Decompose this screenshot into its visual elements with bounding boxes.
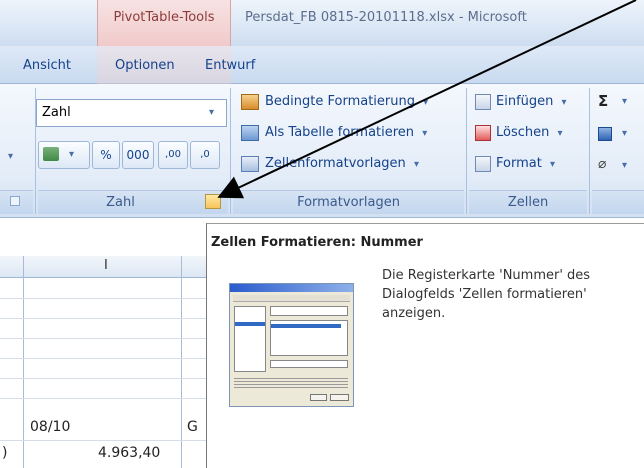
- tab-ansicht[interactable]: Ansicht: [23, 58, 71, 73]
- chevron-down-icon[interactable]: ▾: [622, 128, 627, 139]
- insert-label: Einfügen: [496, 94, 554, 109]
- conditional-formatting-button[interactable]: Bedingte Formatierung ▾: [265, 94, 428, 109]
- preview-ok-button: [310, 394, 327, 401]
- cell-styles-button[interactable]: Zellenformatvorlagen ▾: [265, 156, 419, 171]
- tooltip-description: Die Registerkarte 'Nummer' des Dialogfel…: [382, 268, 591, 321]
- row-divider: [0, 378, 206, 379]
- percent-style-button[interactable]: %: [92, 141, 120, 169]
- group-separator: [230, 88, 231, 214]
- clear-eraser-icon[interactable]: ⌀: [598, 156, 606, 172]
- document-title: Persdat_FB 0815-20101118.xlsx - Microsof…: [245, 10, 527, 25]
- delete-cells-icon: [475, 125, 491, 141]
- chevron-down-icon[interactable]: ▾: [209, 107, 214, 118]
- preview-help-text: [234, 376, 348, 388]
- delete-label: Löschen: [496, 125, 550, 140]
- row-divider: [0, 318, 206, 319]
- conditional-formatting-icon: [241, 94, 259, 110]
- number-format-value: Zahl: [42, 105, 71, 120]
- cell-styles-icon: [241, 156, 259, 172]
- accounting-format-button[interactable]: ▾: [38, 141, 90, 169]
- clipboard-launcher-icon[interactable]: [10, 196, 20, 206]
- decrease-decimal-button[interactable]: ,0: [190, 141, 220, 169]
- increase-decimal-button[interactable]: ,00: [158, 141, 188, 169]
- row-divider: [0, 440, 206, 441]
- tooltip-title: Zellen Formatieren: Nummer: [211, 235, 423, 250]
- chevron-down-icon: ▾: [422, 128, 428, 139]
- clipboard-dropdown-arrow-icon[interactable]: ▾: [8, 151, 13, 162]
- column-header-i[interactable]: I: [104, 258, 108, 273]
- chevron-down-icon[interactable]: ▾: [622, 160, 627, 171]
- chevron-down-icon: ▾: [69, 149, 75, 160]
- group-separator: [466, 88, 467, 214]
- column-divider: [181, 256, 182, 468]
- preview-sample-box: [270, 306, 348, 316]
- preview-locale-box: [270, 360, 348, 368]
- preview-category-list: [234, 306, 266, 372]
- chevron-down-icon: ▾: [549, 159, 555, 170]
- decrease-decimal-label: ,0: [200, 149, 210, 160]
- chevron-down-icon: ▾: [413, 159, 419, 170]
- preview-tabs: [233, 295, 350, 302]
- autosum-button[interactable]: Σ: [598, 92, 608, 110]
- row-divider: [0, 358, 206, 359]
- format-as-table-icon: [241, 125, 259, 141]
- column-header-row: [0, 256, 206, 278]
- row-divider: [0, 338, 206, 339]
- thousands-separator-button[interactable]: 000: [122, 141, 154, 169]
- chevron-down-icon[interactable]: ▾: [622, 96, 627, 107]
- preview-selected-type: [271, 324, 341, 328]
- cell-value[interactable]: ): [2, 445, 7, 461]
- preview-selected-category: [235, 322, 265, 326]
- fill-icon[interactable]: [598, 127, 612, 141]
- format-cells-icon: [475, 156, 491, 172]
- tab-optionen[interactable]: Optionen: [115, 58, 175, 73]
- cell-value[interactable]: 08/10: [30, 419, 70, 435]
- zellen-group-label: Zellen: [507, 195, 549, 210]
- cell-styles-label: Zellenformatvorlagen: [265, 156, 406, 171]
- delete-button[interactable]: Löschen ▾: [496, 125, 563, 140]
- context-group-label: PivotTable-Tools: [113, 10, 215, 25]
- zahl-group-label: Zahl: [106, 195, 135, 210]
- chevron-down-icon: ▾: [561, 97, 567, 108]
- column-divider: [23, 256, 24, 468]
- cell-value[interactable]: G: [187, 419, 198, 435]
- insert-button[interactable]: Einfügen ▾: [496, 94, 567, 109]
- formatvorlagen-group-label: Formatvorlagen: [297, 195, 400, 210]
- format-cells-dialog-launcher-icon[interactable]: [205, 194, 221, 209]
- conditional-formatting-label: Bedingte Formatierung: [265, 94, 415, 109]
- editing-group-label-bar: [592, 190, 644, 214]
- format-as-table-label: Als Tabelle formatieren: [265, 125, 415, 140]
- cell-value[interactable]: 4.963,40: [98, 445, 160, 461]
- increase-decimal-label: ,00: [165, 149, 181, 160]
- format-as-table-button[interactable]: Als Tabelle formatieren ▾: [265, 125, 427, 140]
- chevron-down-icon: ▾: [423, 97, 429, 108]
- currency-icon: [43, 147, 59, 161]
- format-label: Format: [496, 156, 542, 171]
- format-cells-dialog-preview-image: [229, 283, 354, 407]
- chevron-down-icon: ▾: [557, 128, 563, 139]
- format-button[interactable]: Format ▾: [496, 156, 555, 171]
- tab-entwurf[interactable]: Entwurf: [205, 58, 255, 73]
- preview-titlebar: [230, 284, 353, 292]
- row-divider: [0, 398, 206, 399]
- preview-cancel-button: [330, 394, 349, 401]
- insert-cells-icon: [475, 94, 491, 110]
- group-separator: [589, 88, 590, 214]
- row-divider: [0, 298, 206, 299]
